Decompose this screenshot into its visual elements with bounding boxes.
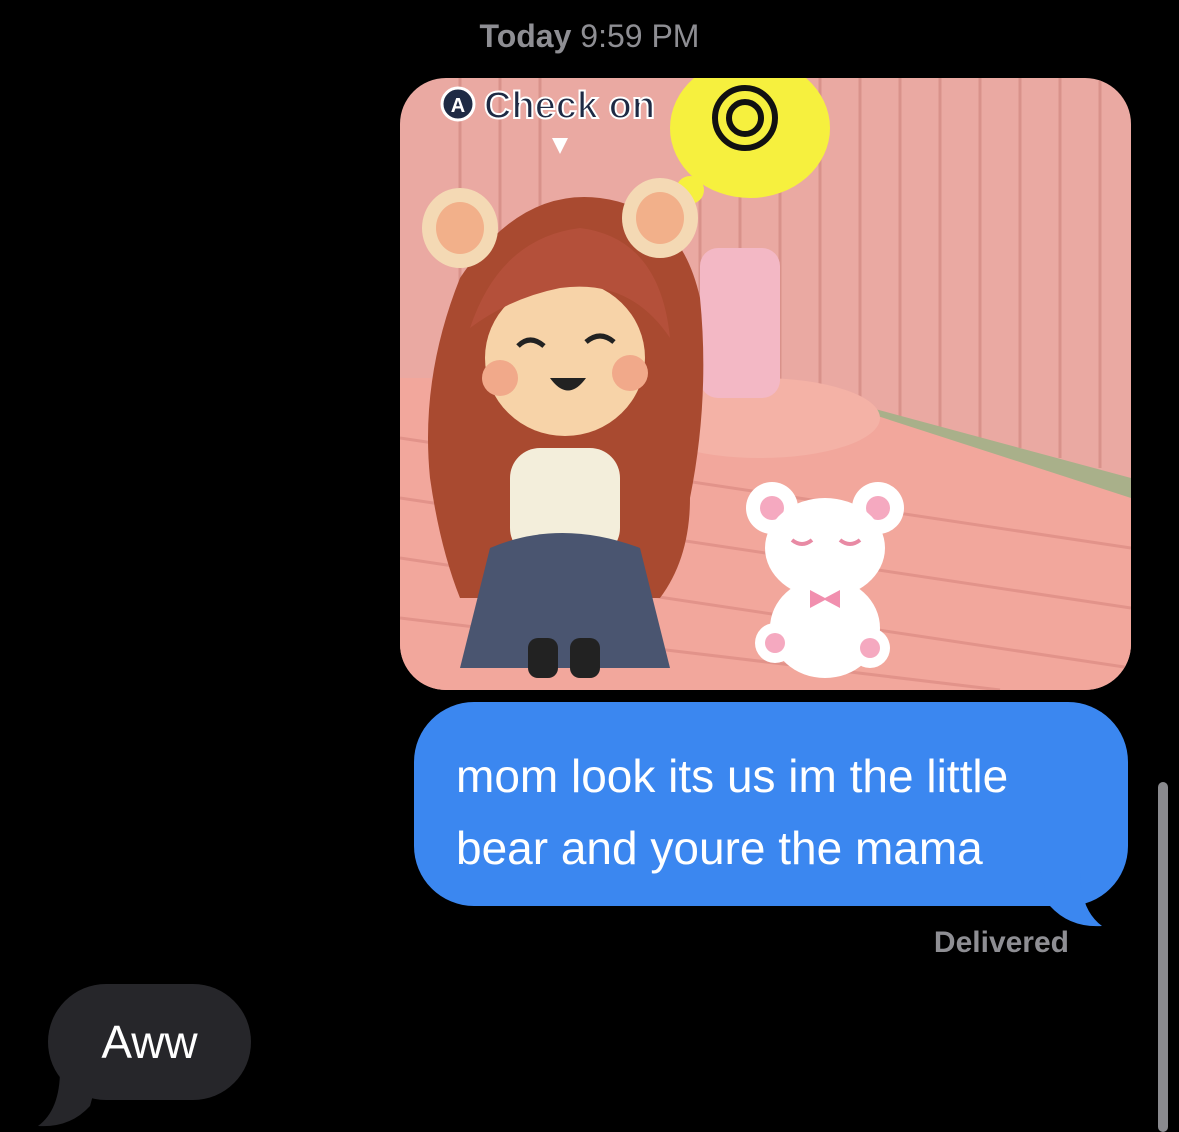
outgoing-bubble-tail xyxy=(1040,870,1102,927)
timestamp-day: Today xyxy=(479,18,572,54)
timestamp-time: 9:59 PM xyxy=(580,18,700,54)
game-screenshot: A Check on xyxy=(400,78,1131,690)
delivery-status: Delivered xyxy=(933,926,1069,959)
svg-text:Check on: Check on xyxy=(484,85,655,127)
svg-text:A: A xyxy=(451,95,465,117)
image-attachment[interactable]: A Check on xyxy=(400,78,1131,690)
scrollbar[interactable] xyxy=(1158,782,1168,1132)
message-timestamp: Today 9:59 PM xyxy=(0,18,1179,55)
outgoing-message-bubble[interactable]: mom look its us im the little bear and y… xyxy=(414,702,1128,906)
incoming-message-text: Aww xyxy=(101,1016,198,1068)
outgoing-message-text: mom look its us im the little bear and y… xyxy=(456,750,1009,874)
incoming-bubble-tail xyxy=(38,1070,100,1127)
pillow xyxy=(700,248,780,398)
